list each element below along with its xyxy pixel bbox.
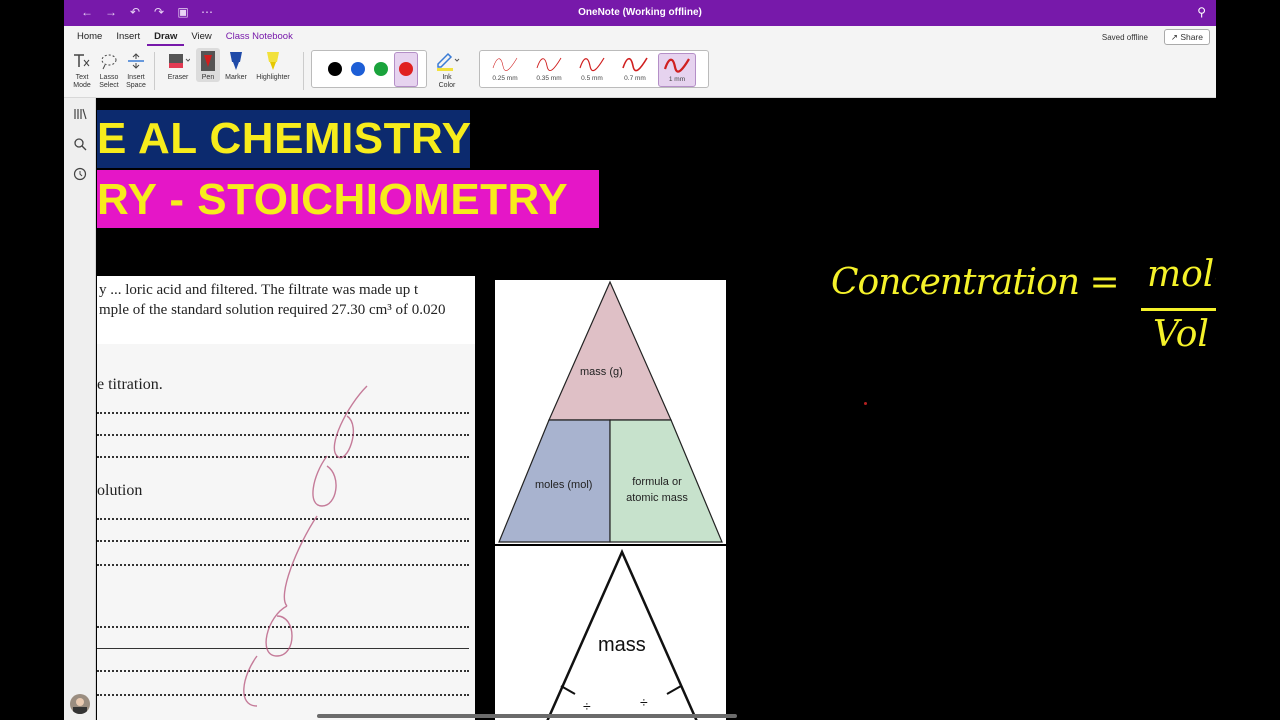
insert-space-icon: [123, 48, 149, 74]
highlighter-label: Highlighter: [256, 74, 290, 81]
thickness-1[interactable]: 1 mm: [658, 53, 696, 87]
ink-color-label-2: Color: [438, 82, 456, 89]
avatar[interactable]: [70, 694, 90, 714]
pen-thickness-group: 0.25 mm 0.35 mm 0.5 mm 0.7 mm 1 mm: [479, 50, 709, 88]
formula-triangle-colored: mass (g) moles (mol) formula or atomic m…: [495, 280, 726, 544]
pen-color-group: [311, 50, 427, 88]
tab-class-notebook[interactable]: Class Notebook: [219, 30, 300, 46]
triangle-outline-diagram: [546, 548, 698, 720]
equation-left: Concentration =: [831, 262, 1120, 303]
watermark-ink: [243, 385, 368, 707]
pen-label: Pen: [201, 74, 215, 81]
triangle-label-moles: moles (mol): [535, 479, 593, 491]
insert-space-button[interactable]: Insert Space: [123, 48, 149, 90]
search-icon[interactable]: [72, 136, 88, 152]
paper-text-line: y ... loric acid and filtered. The filtr…: [99, 282, 419, 298]
page-canvas[interactable]: E AL CHEMISTRY RY - STOICHIOMETRY y ... …: [97, 98, 1216, 720]
lasso-select-button[interactable]: Lasso Select: [96, 48, 122, 90]
marker-label: Marker: [225, 74, 247, 81]
pen-button[interactable]: Pen: [196, 48, 220, 82]
ribbon-tabs: Home Insert Draw View Class Notebook: [70, 30, 300, 46]
eraser-button[interactable]: Eraser: [162, 48, 194, 82]
paper-prompt: olution: [97, 482, 143, 499]
fraction-bar: [1141, 308, 1216, 311]
onenote-window: ← → ↶ ↷ ▣ ⋯ OneNote (Working offline) ⚲ …: [64, 0, 1216, 720]
divide-icon: ÷: [640, 694, 648, 710]
squiggle-icon: [579, 57, 605, 72]
ink-color-icon: [430, 48, 464, 74]
window-title: OneNote (Working offline): [578, 7, 702, 18]
squiggle-icon: [536, 57, 562, 71]
title-bar: ← → ↶ ↷ ▣ ⋯ OneNote (Working offline) ⚲: [64, 0, 1216, 26]
text-mode-label-2: Mode: [73, 82, 91, 89]
tab-view[interactable]: View: [184, 30, 218, 46]
thickness-label: 1 mm: [668, 76, 686, 83]
banner-title-top: E AL CHEMISTRY: [97, 110, 471, 168]
save-status: Saved offline: [1101, 33, 1148, 42]
thickness-035[interactable]: 0.35 mm: [530, 53, 568, 87]
triangle-top-segment: [548, 280, 672, 421]
pen-color-red[interactable]: [399, 62, 413, 76]
text-mode-button[interactable]: Text Mode: [70, 48, 94, 90]
lasso-label-2: Select: [99, 82, 119, 89]
equation-denominator: Vol: [1153, 314, 1209, 355]
tab-insert[interactable]: Insert: [109, 30, 147, 46]
share-icon: ↗: [1170, 32, 1178, 42]
marker-icon: [223, 48, 249, 74]
thickness-025[interactable]: 0.25 mm: [486, 53, 524, 87]
paper-prompt: e titration.: [97, 376, 163, 393]
horizontal-scrollbar[interactable]: [317, 714, 737, 718]
share-label: Share: [1180, 32, 1203, 42]
squiggle-icon: [663, 58, 690, 73]
triangle-label-formula: formula or atomic mass: [617, 474, 697, 506]
triangle2-label-mass: mass: [598, 634, 646, 656]
people-icon[interactable]: ⚲: [1197, 5, 1206, 19]
notebooks-icon[interactable]: [72, 106, 88, 122]
triangle-label-mass: mass (g): [580, 366, 623, 378]
paper-text-line: mple of the standard solution required 2…: [99, 302, 446, 318]
triangle-label-formula-1: formula or: [632, 476, 682, 488]
squiggle-icon: [622, 57, 648, 72]
insert-space-label-1: Insert: [127, 74, 145, 81]
pen-color-blue[interactable]: [351, 62, 365, 76]
marker-button[interactable]: Marker: [223, 48, 249, 82]
toolbar-divider: [154, 52, 155, 90]
formula-triangle-outline: mass ÷ ÷: [495, 546, 726, 720]
toolbar-divider: [303, 52, 304, 90]
thickness-05[interactable]: 0.5 mm: [573, 53, 611, 87]
triangle-label-formula-2: atomic mass: [626, 492, 688, 504]
recent-icon[interactable]: [72, 166, 88, 182]
lasso-icon: [96, 48, 122, 74]
text-mode-icon: [70, 48, 94, 74]
pen-cursor-dot: [864, 402, 867, 405]
ink-color-label-1: Ink: [442, 74, 452, 81]
ribbon: Home Insert Draw View Class Notebook Sav…: [64, 26, 1216, 98]
tab-home[interactable]: Home: [70, 30, 109, 46]
highlighter-button[interactable]: Highlighter: [252, 48, 294, 82]
eraser-label: Eraser: [167, 74, 189, 81]
lasso-label-1: Lasso: [99, 74, 119, 81]
banner-title-bottom: RY - STOICHIOMETRY: [97, 170, 599, 228]
ink-color-button[interactable]: Ink Color: [430, 48, 464, 90]
squiggle-icon: [492, 57, 518, 71]
eraser-icon: [162, 48, 194, 74]
left-nav-pane: [64, 98, 96, 720]
pen-color-black[interactable]: [328, 62, 342, 76]
equation-numerator: mole: [1147, 254, 1216, 295]
pen-color-green[interactable]: [374, 62, 388, 76]
thickness-label: 0.5 mm: [581, 75, 603, 82]
share-button[interactable]: ↗ Share: [1163, 29, 1210, 45]
thickness-label: 0.25 mm: [492, 75, 518, 82]
exam-paper-image: y ... loric acid and filtered. The filtr…: [97, 276, 475, 720]
tab-draw[interactable]: Draw: [147, 30, 185, 46]
thickness-label: 0.7 mm: [624, 75, 646, 82]
thickness-label: 0.35 mm: [536, 75, 562, 82]
highlighter-icon: [252, 48, 294, 74]
thickness-07[interactable]: 0.7 mm: [616, 53, 654, 87]
divide-icon: ÷: [583, 698, 591, 714]
handwritten-equation: Concentration = mole Vol: [825, 248, 1216, 368]
insert-space-label-2: Space: [126, 82, 146, 89]
text-mode-label-1: Text: [75, 74, 89, 81]
pen-icon: [196, 48, 220, 74]
